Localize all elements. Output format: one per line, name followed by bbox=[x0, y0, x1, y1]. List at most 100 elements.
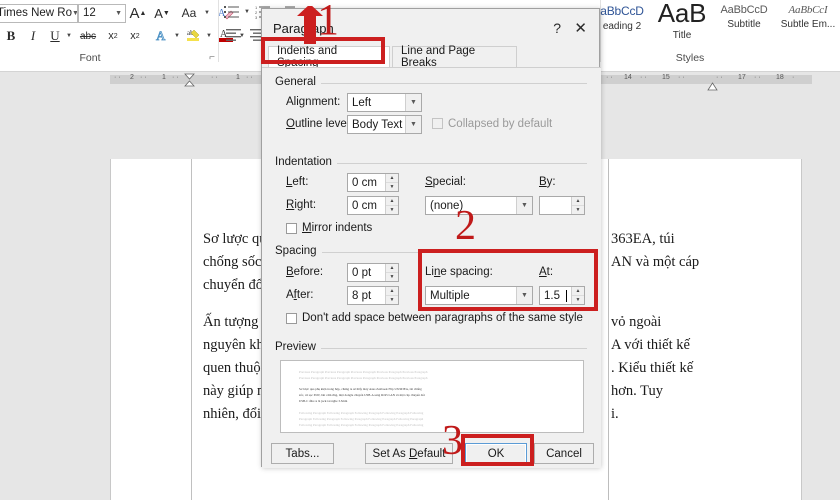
indent-right-label: Right: bbox=[286, 199, 317, 211]
spin-up-icon[interactable]: ▲ bbox=[386, 264, 398, 273]
paragraph-preview: Previous Paragraph Previous Paragraph Pr… bbox=[280, 360, 584, 433]
spinner-buttons[interactable]: ▲ ▼ bbox=[571, 197, 584, 214]
margin-guide bbox=[191, 159, 192, 500]
alignment-label: Alignment: bbox=[286, 96, 341, 108]
set-as-default-button[interactable]: Set As Default bbox=[365, 443, 453, 464]
preview-line-current: USB-C đầu ra là jack tai nghe 3.5mm bbox=[299, 399, 348, 403]
spacing-before-value: 0 pt bbox=[352, 266, 372, 279]
tabs-button[interactable]: Tabs... bbox=[271, 443, 334, 464]
ruler-tick: 1 bbox=[236, 74, 240, 81]
bullet-list-icon[interactable] bbox=[222, 3, 242, 21]
dont-add-space-label: Don't add space between paragraphs of th… bbox=[302, 312, 583, 324]
grow-font-icon[interactable]: A ▲ bbox=[128, 3, 148, 23]
preview-line-before: Previous Paragraph Previous Paragraph Pr… bbox=[299, 370, 428, 374]
spacing-after-label: After: bbox=[286, 289, 314, 301]
alignment-select[interactable]: Left ▼ bbox=[347, 93, 422, 112]
ruler-tick: · · bbox=[246, 74, 253, 81]
annotation-number-1: 1 bbox=[317, 0, 339, 44]
superscript-button[interactable]: x2 bbox=[126, 26, 144, 46]
by-input[interactable]: ▲ ▼ bbox=[539, 196, 585, 215]
document-text-line: AN và một cáp bbox=[611, 254, 700, 270]
style-item-subtitle[interactable]: AaBbCcD Subtitle bbox=[712, 4, 776, 30]
preview-line-before: Previous Paragraph Previous Paragraph Pr… bbox=[299, 376, 428, 380]
change-case-letters: Aa bbox=[181, 6, 197, 20]
indent-left-input[interactable]: 0 cm ▲ ▼ bbox=[347, 173, 399, 192]
spin-down-icon[interactable]: ▼ bbox=[386, 183, 398, 191]
section-title-indentation: Indentation bbox=[275, 156, 337, 168]
spin-up-icon[interactable]: ▲ bbox=[386, 174, 398, 183]
tab-label: Line and Page Breaks bbox=[401, 45, 476, 69]
styles-group-label: Styles bbox=[675, 52, 705, 64]
help-icon[interactable]: ? bbox=[553, 20, 561, 36]
svg-text:A: A bbox=[156, 28, 166, 43]
text-effects-icon[interactable]: A bbox=[152, 26, 172, 46]
spin-down-icon[interactable]: ▼ bbox=[386, 206, 398, 214]
style-item-subtle-emphasis[interactable]: AaBbCcI Subtle Em... bbox=[776, 4, 840, 30]
document-text-line: A với thiết kế bbox=[611, 337, 690, 353]
strikethrough-button[interactable]: abc bbox=[76, 26, 100, 46]
chevron-down-icon[interactable]: ▼ bbox=[115, 5, 122, 22]
preview-line-after: Following Paragraph Following Paragraph … bbox=[299, 423, 424, 427]
preview-line-after: Paragraph Following Paragraph Following … bbox=[299, 417, 424, 421]
collapsed-by-default-checkbox[interactable] bbox=[432, 118, 443, 129]
italic-letter: I bbox=[30, 28, 36, 43]
font-name-input[interactable]: Times New Ro ▼ bbox=[0, 4, 78, 23]
spin-up-icon[interactable]: ▲ bbox=[572, 197, 584, 206]
spinner-buttons[interactable]: ▲ ▼ bbox=[385, 197, 398, 214]
cancel-button[interactable]: Cancel bbox=[534, 443, 594, 464]
italic-button[interactable]: I bbox=[24, 26, 42, 46]
spinner-buttons[interactable]: ▲ ▼ bbox=[385, 264, 398, 281]
indent-right-value: 0 cm bbox=[352, 199, 377, 212]
spin-down-icon[interactable]: ▼ bbox=[386, 296, 398, 304]
chevron-down-icon[interactable]: ▼ bbox=[173, 32, 181, 40]
svg-text:3: 3 bbox=[255, 15, 258, 19]
right-indent-marker[interactable] bbox=[707, 78, 718, 96]
mirror-indents-label: Mirror indents bbox=[302, 222, 373, 234]
font-dialog-launcher-icon[interactable]: ⌐ bbox=[205, 50, 219, 64]
indent-right-input[interactable]: 0 cm ▲ ▼ bbox=[347, 196, 399, 215]
underline-button[interactable]: U bbox=[46, 26, 64, 46]
chevron-down-icon[interactable]: ▼ bbox=[405, 116, 421, 133]
indent-left-value: 0 cm bbox=[352, 176, 377, 189]
preview-line-after: Following Paragraph Following Paragraph … bbox=[299, 411, 424, 415]
style-preview: AaBbCcI bbox=[788, 4, 828, 16]
outline-level-select[interactable]: Body Text ▼ bbox=[347, 115, 422, 134]
change-case-icon[interactable]: Aa bbox=[176, 3, 202, 23]
spinner-buttons[interactable]: ▲ ▼ bbox=[385, 174, 398, 191]
dont-add-space-checkbox[interactable] bbox=[286, 313, 297, 324]
first-line-indent-marker[interactable] bbox=[184, 73, 195, 92]
close-icon[interactable]: ✕ bbox=[574, 19, 587, 37]
annotation-number-3: 3 bbox=[442, 418, 463, 464]
ruler-tick: · · bbox=[754, 74, 761, 81]
highlight-icon[interactable]: ab bbox=[184, 25, 204, 45]
ruler-tick: · · bbox=[678, 74, 685, 81]
spinner-buttons[interactable]: ▲ ▼ bbox=[385, 287, 398, 304]
tab-line-and-page-breaks[interactable]: Line and Page Breaks bbox=[392, 45, 517, 69]
chevron-down-icon[interactable]: ▼ bbox=[203, 9, 211, 17]
spacing-before-input[interactable]: 0 pt ▲ ▼ bbox=[347, 263, 399, 282]
chevron-down-icon[interactable]: ▼ bbox=[405, 94, 421, 111]
bold-button[interactable]: B bbox=[2, 26, 20, 46]
spin-up-icon[interactable]: ▲ bbox=[386, 197, 398, 206]
ruler-tick: 2 bbox=[130, 74, 134, 81]
spacing-after-input[interactable]: 8 pt ▲ ▼ bbox=[347, 286, 399, 305]
ruler-tick: 17 bbox=[738, 74, 746, 81]
section-rule bbox=[334, 163, 587, 164]
mirror-indents-checkbox[interactable] bbox=[286, 223, 297, 234]
chevron-down-icon[interactable]: ▼ bbox=[205, 32, 213, 40]
style-item-title[interactable]: AaB Title bbox=[650, 0, 714, 41]
special-select[interactable]: (none) ▼ bbox=[425, 196, 533, 215]
subscript-button[interactable]: x2 bbox=[104, 26, 122, 46]
style-preview: AaB bbox=[657, 0, 707, 28]
spin-up-icon[interactable]: ▲ bbox=[386, 287, 398, 296]
indent-left-label: Left: bbox=[286, 176, 309, 188]
spin-down-icon[interactable]: ▼ bbox=[386, 273, 398, 281]
chevron-down-icon[interactable]: ▼ bbox=[65, 32, 73, 40]
chevron-down-icon[interactable]: ▼ bbox=[243, 8, 251, 16]
shrink-font-icon[interactable]: A ▼ bbox=[152, 3, 172, 23]
chevron-down-icon[interactable]: ▼ bbox=[516, 197, 532, 214]
font-size-input[interactable]: 12 ▼ bbox=[78, 4, 126, 23]
align-left-icon[interactable] bbox=[224, 26, 244, 44]
spin-down-icon[interactable]: ▼ bbox=[572, 206, 584, 214]
strikethrough-letters: abc bbox=[79, 30, 97, 42]
